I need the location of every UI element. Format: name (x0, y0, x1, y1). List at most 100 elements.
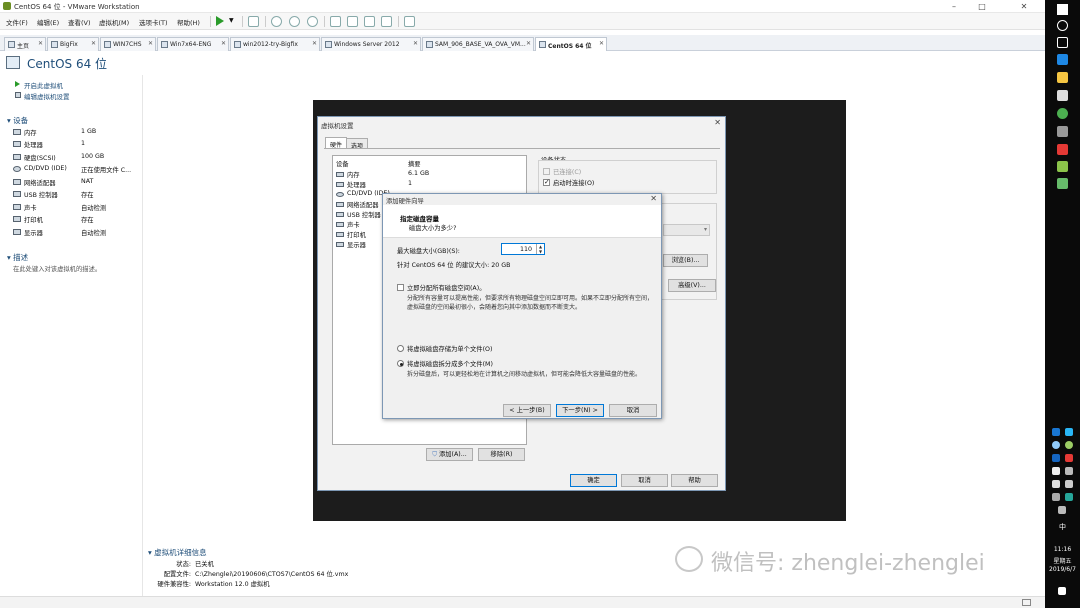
device-row[interactable]: 声卡 自动检测 (13, 202, 141, 214)
power-on-icon[interactable] (216, 16, 224, 26)
action-center-icon[interactable] (1058, 587, 1066, 595)
tab-win7chs[interactable]: WIN7CHS ✕ (100, 37, 156, 51)
tab-win2012-try-bigfix[interactable]: win2012-try-Bigfix ✕ (230, 37, 320, 51)
close-icon[interactable]: ✕ (714, 118, 721, 127)
close-tab-icon[interactable]: ✕ (38, 40, 43, 47)
show-library-icon[interactable] (330, 16, 341, 27)
close-tab-icon[interactable]: ✕ (221, 40, 226, 47)
clock-weekday[interactable]: 星期五 (1045, 556, 1080, 565)
connect-on-power-checkbox[interactable] (543, 178, 550, 186)
ok-button[interactable]: 确定 (570, 474, 617, 487)
device-row[interactable]: 网络适配器 NAT (13, 177, 141, 189)
close-tab-icon[interactable]: ✕ (599, 40, 604, 47)
unity-icon[interactable] (381, 16, 392, 27)
app-icon[interactable] (1057, 144, 1068, 155)
close-tab-icon[interactable]: ✕ (413, 40, 418, 47)
tab-hardware[interactable]: 硬件 (325, 137, 348, 149)
multi-file-radio[interactable] (397, 360, 404, 367)
chevron-down-icon[interactable]: ▼ (229, 17, 234, 24)
tab-centos[interactable]: CentOS 64 位 ✕ (535, 37, 607, 51)
windows-start-icon[interactable] (1057, 4, 1068, 15)
clock-time[interactable]: 11:16 (1045, 546, 1080, 553)
menu-tabs[interactable]: 选项卡(T) (139, 17, 168, 27)
connected-checkbox[interactable] (543, 168, 550, 175)
device-row[interactable]: 处理器 1 (13, 139, 141, 151)
edit-settings-link[interactable]: 编辑虚拟机设置 (24, 91, 70, 101)
bluetooth-icon[interactable] (1052, 467, 1060, 475)
revert-snapshot-icon[interactable] (289, 16, 300, 27)
back-button[interactable]: < 上一步(B) (503, 404, 551, 417)
browse-button[interactable]: 浏览(B)... (663, 254, 708, 267)
menu-edit[interactable]: 编辑(E) (37, 17, 59, 27)
menu-vm[interactable]: 虚拟机(M) (99, 17, 129, 27)
tab-sam-906[interactable]: SAM_906_BASE_VA_OVA_VM... ✕ (422, 37, 534, 51)
device-row[interactable]: 显示器 自动检测 (13, 227, 141, 239)
tray-icon[interactable] (1065, 441, 1073, 449)
help-button[interactable]: 帮助 (671, 474, 718, 487)
cancel-button[interactable]: 取消 (621, 474, 668, 487)
advanced-button[interactable]: 高级(V)... (668, 279, 716, 292)
stepper-arrows-icon[interactable]: ▲ ▼ (536, 244, 544, 254)
tab-win7x64-eng[interactable]: Win7x64-ENG ✕ (157, 37, 229, 51)
remove-hardware-button[interactable]: 移除(R) (478, 448, 525, 461)
description-heading[interactable]: ▾ 描述 (7, 252, 28, 263)
vm-details-heading[interactable]: ▾ 虚拟机详细信息 (148, 547, 207, 558)
send-ctrl-alt-del-icon[interactable] (248, 16, 259, 27)
tray-icon[interactable] (1052, 441, 1060, 449)
volume-icon[interactable] (1065, 480, 1073, 488)
menu-file[interactable]: 文件(F) (6, 17, 28, 27)
hardware-row[interactable]: 处理器 1 (336, 180, 526, 190)
thumbnail-bar-icon[interactable] (347, 16, 358, 27)
vmware-taskbar-icon[interactable] (1057, 161, 1068, 172)
close-tab-icon[interactable]: ✕ (91, 40, 96, 47)
close-icon[interactable]: ✕ (1018, 1, 1030, 12)
add-hardware-button[interactable]: ⛉ 添加(A)... (426, 448, 473, 461)
power-on-link[interactable]: 开启此虚拟机 (24, 80, 63, 90)
tray-icon[interactable] (1058, 506, 1066, 514)
single-file-radio[interactable] (397, 345, 404, 352)
search-icon[interactable] (1057, 20, 1068, 31)
description-placeholder[interactable]: 在此处键入对该虚拟机的描述。 (13, 264, 101, 273)
close-tab-icon[interactable]: ✕ (526, 40, 531, 47)
dropdown-select[interactable]: ▾ (663, 224, 710, 236)
chrome-icon[interactable] (1057, 108, 1068, 119)
tab-home[interactable]: 主页 ✕ (4, 37, 46, 51)
device-row[interactable]: 内存 1 GB (13, 127, 141, 139)
snapshot-manager-icon[interactable] (307, 16, 318, 27)
device-row[interactable]: 硬盘(SCSI) 100 GB (13, 152, 141, 164)
input-language-indicator[interactable]: 中 (1045, 522, 1080, 532)
clock-date[interactable]: 2019/6/7 (1045, 566, 1080, 573)
tray-icon[interactable] (1052, 428, 1060, 436)
task-view-icon[interactable] (1057, 37, 1068, 48)
device-row[interactable]: 打印机 存在 (13, 214, 141, 226)
tray-icon[interactable] (1065, 493, 1073, 501)
tab-windows-server-2012[interactable]: Windows Server 2012 ✕ (321, 37, 421, 51)
minimize-icon[interactable]: – (948, 1, 960, 12)
edge-icon[interactable] (1057, 54, 1068, 65)
message-log-icon[interactable] (1022, 599, 1031, 606)
full-screen-icon[interactable] (364, 16, 375, 27)
tab-bigfix[interactable]: BigFix ✕ (47, 37, 99, 51)
tray-icon[interactable] (1052, 454, 1060, 462)
maximize-icon[interactable]: □ (976, 1, 988, 12)
console-view-icon[interactable] (404, 16, 415, 27)
allocate-all-checkbox[interactable] (397, 284, 404, 291)
close-icon[interactable]: ✕ (650, 194, 657, 203)
app-icon[interactable] (1057, 178, 1068, 189)
device-row[interactable]: USB 控制器 存在 (13, 189, 141, 201)
store-icon[interactable] (1057, 90, 1068, 101)
max-disk-size-stepper[interactable]: 110 ▲ ▼ (501, 243, 545, 255)
tray-icon[interactable] (1052, 493, 1060, 501)
network-icon[interactable] (1052, 480, 1060, 488)
snapshot-icon[interactable] (271, 16, 282, 27)
file-explorer-icon[interactable] (1057, 72, 1068, 83)
close-tab-icon[interactable]: ✕ (312, 40, 317, 47)
menu-view[interactable]: 查看(V) (68, 17, 91, 27)
next-button[interactable]: 下一步(N) > (556, 404, 604, 417)
close-tab-icon[interactable]: ✕ (148, 40, 153, 47)
menu-help[interactable]: 帮助(H) (177, 17, 200, 27)
device-row[interactable]: CD/DVD (IDE) 正在使用文件 C... (13, 164, 141, 176)
tray-icon[interactable] (1065, 454, 1073, 462)
tray-icon[interactable] (1065, 428, 1073, 436)
tray-icon[interactable] (1065, 467, 1073, 475)
